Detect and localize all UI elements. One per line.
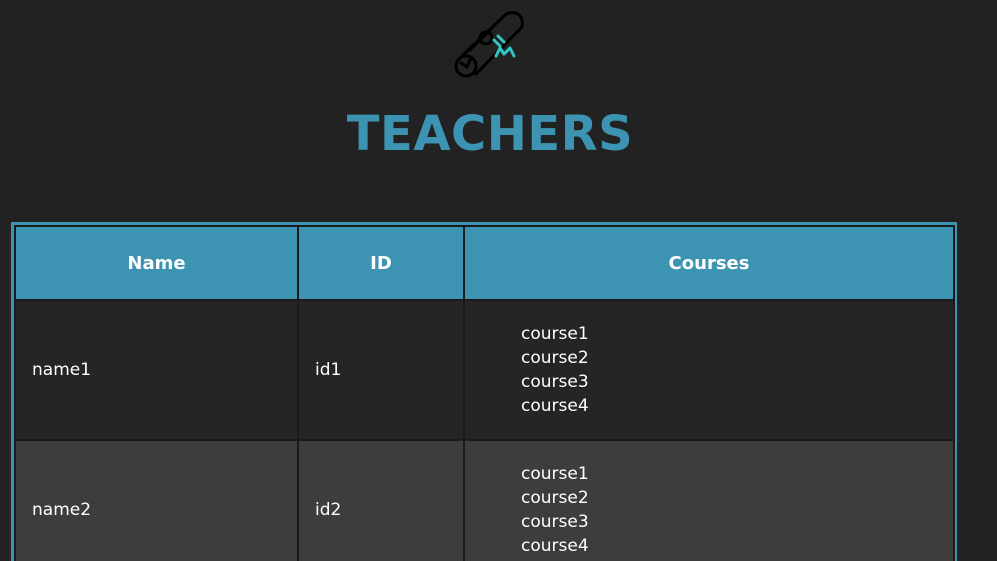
- teacher-id-cell: id1: [297, 299, 465, 441]
- course-item: course1: [521, 324, 589, 344]
- teacher-id-cell: id2: [297, 439, 465, 561]
- teachers-page: TEACHERS Name ID Courses name1 id1 cours…: [0, 0, 997, 561]
- course-item: course2: [521, 348, 589, 368]
- course-item: course4: [521, 536, 589, 556]
- course-item: course2: [521, 488, 589, 508]
- column-header-name[interactable]: Name: [14, 225, 299, 301]
- course-list: course1 course2 course3 course4: [481, 462, 953, 558]
- table-header-row: Name ID Courses: [14, 225, 955, 301]
- course-item: course1: [521, 464, 589, 484]
- diploma-scroll-icon: [454, 11, 524, 78]
- teacher-name-cell: name2: [14, 439, 299, 561]
- course-item: course4: [521, 396, 589, 416]
- table-row: name2 id2 course1 course2 course3 course…: [14, 439, 955, 561]
- course-item: course3: [521, 512, 589, 532]
- course-item: course3: [521, 372, 589, 392]
- teacher-courses-cell: course1 course2 course3 course4: [463, 299, 955, 441]
- teachers-table: Name ID Courses name1 id1 course1 course…: [14, 225, 955, 561]
- column-header-courses[interactable]: Courses: [463, 225, 955, 301]
- column-header-id[interactable]: ID: [297, 225, 465, 301]
- table-row: name1 id1 course1 course2 course3 course…: [14, 299, 955, 441]
- teacher-name-cell: name1: [14, 299, 299, 441]
- teacher-courses-cell: course1 course2 course3 course4: [463, 439, 955, 561]
- course-list: course1 course2 course3 course4: [481, 322, 953, 418]
- page-title: TEACHERS: [346, 106, 634, 162]
